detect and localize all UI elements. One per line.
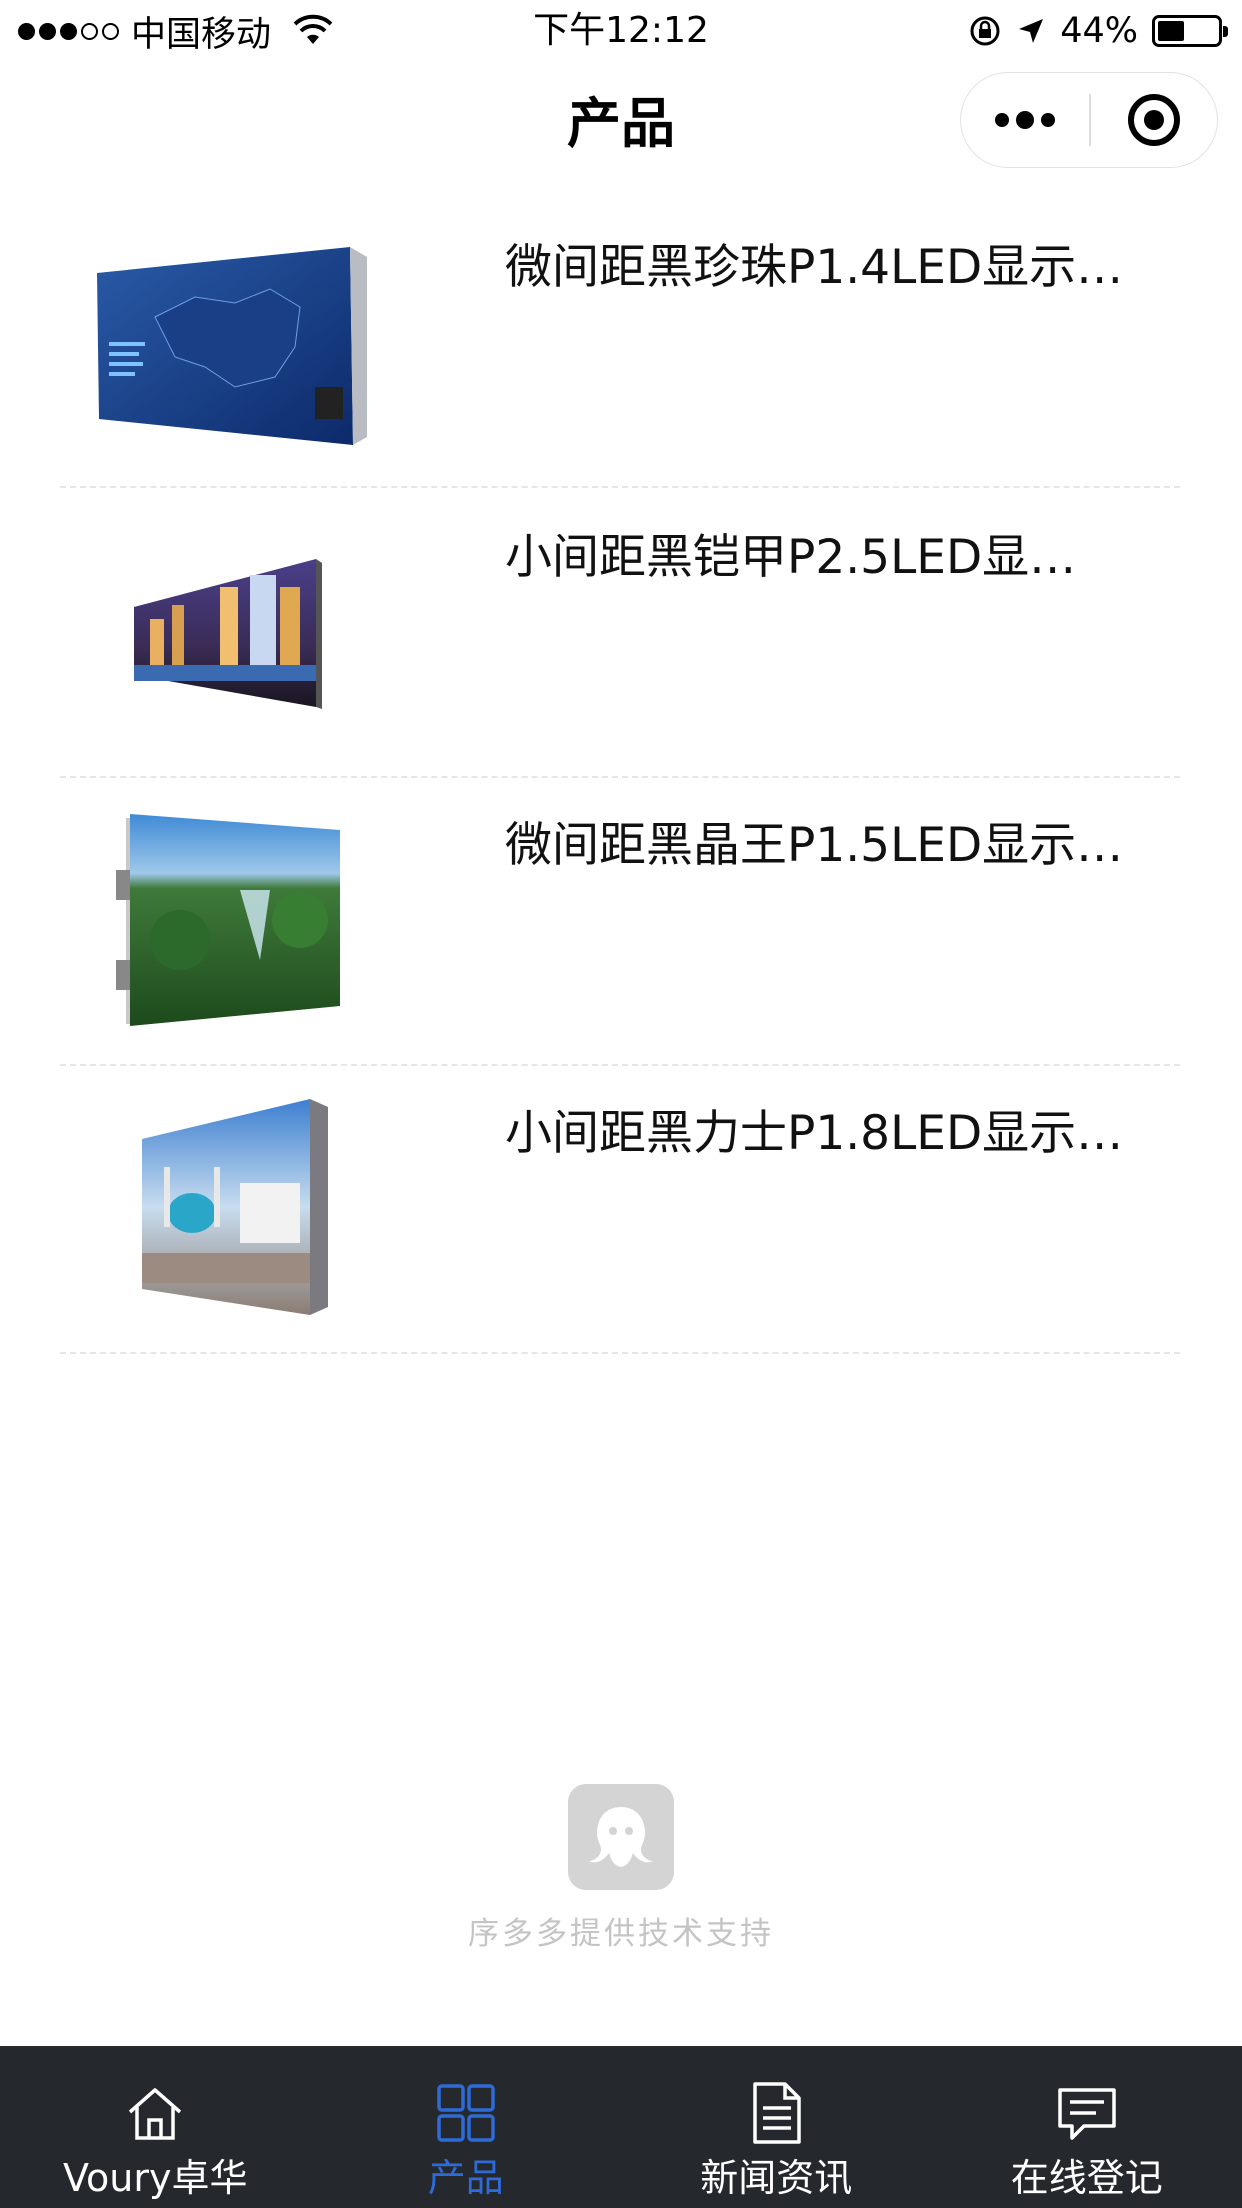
tab-label: Voury卓华 [63,2156,248,2200]
product-item[interactable]: 小间距黑力士P1.8LED显示… [60,1066,1180,1354]
product-name: 小间距黑铠甲P2.5LED显… [505,530,1077,585]
product-item[interactable]: 小间距黑铠甲P2.5LED显… [60,490,1180,778]
chat-icon [1058,2088,1116,2140]
product-thumbnail [80,800,380,1040]
tab-label: 产品 [427,2156,504,2200]
product-thumbnail [80,1088,380,1328]
tab-bar: Voury卓华 产品 新闻资讯 在线登记 [0,2046,1242,2208]
mini-program-capsule [960,72,1218,168]
product-thumbnail [80,512,380,752]
tab-home[interactable]: Voury卓华 [0,2046,311,2208]
battery-percent: 44% [1060,11,1138,51]
home-icon [129,2088,182,2140]
grid-icon [437,2084,495,2142]
status-bar: 中国移动 下午12:12 44% [0,0,1242,62]
status-right: 44% [968,8,1228,54]
product-item[interactable]: 微间距黑珍珠P1.4LED显示… [60,200,1180,488]
product-name: 小间距黑力士P1.8LED显示… [505,1106,1124,1161]
support-text: 序多多提供技术支持 [468,1916,774,1952]
tab-label: 在线登记 [1010,2156,1163,2200]
product-name: 微间距黑晶王P1.5LED显示… [505,818,1124,873]
tab-label: 新闻资讯 [700,2156,853,2200]
tab-register[interactable]: 在线登记 [932,2046,1242,2208]
product-name: 微间距黑珍珠P1.4LED显示… [505,240,1124,295]
location-icon [1019,19,1044,43]
product-item[interactable]: 微间距黑晶王P1.5LED显示… [60,778,1180,1066]
target-close-icon [1127,94,1180,146]
nav-bar: 产品 [0,62,1242,184]
product-thumbnail [80,222,380,462]
tech-support: 序多多提供技术支持 [0,1784,1242,1953]
battery-icon [1152,15,1228,47]
more-dots-icon [995,113,1009,127]
close-button[interactable] [1091,73,1218,167]
octopus-logo-icon [568,1784,674,1890]
document-icon [753,2082,801,2144]
rotation-lock-icon [970,16,1000,46]
more-button[interactable] [961,73,1089,167]
tab-products[interactable]: 产品 [311,2046,622,2208]
tab-news[interactable]: 新闻资讯 [621,2046,932,2208]
